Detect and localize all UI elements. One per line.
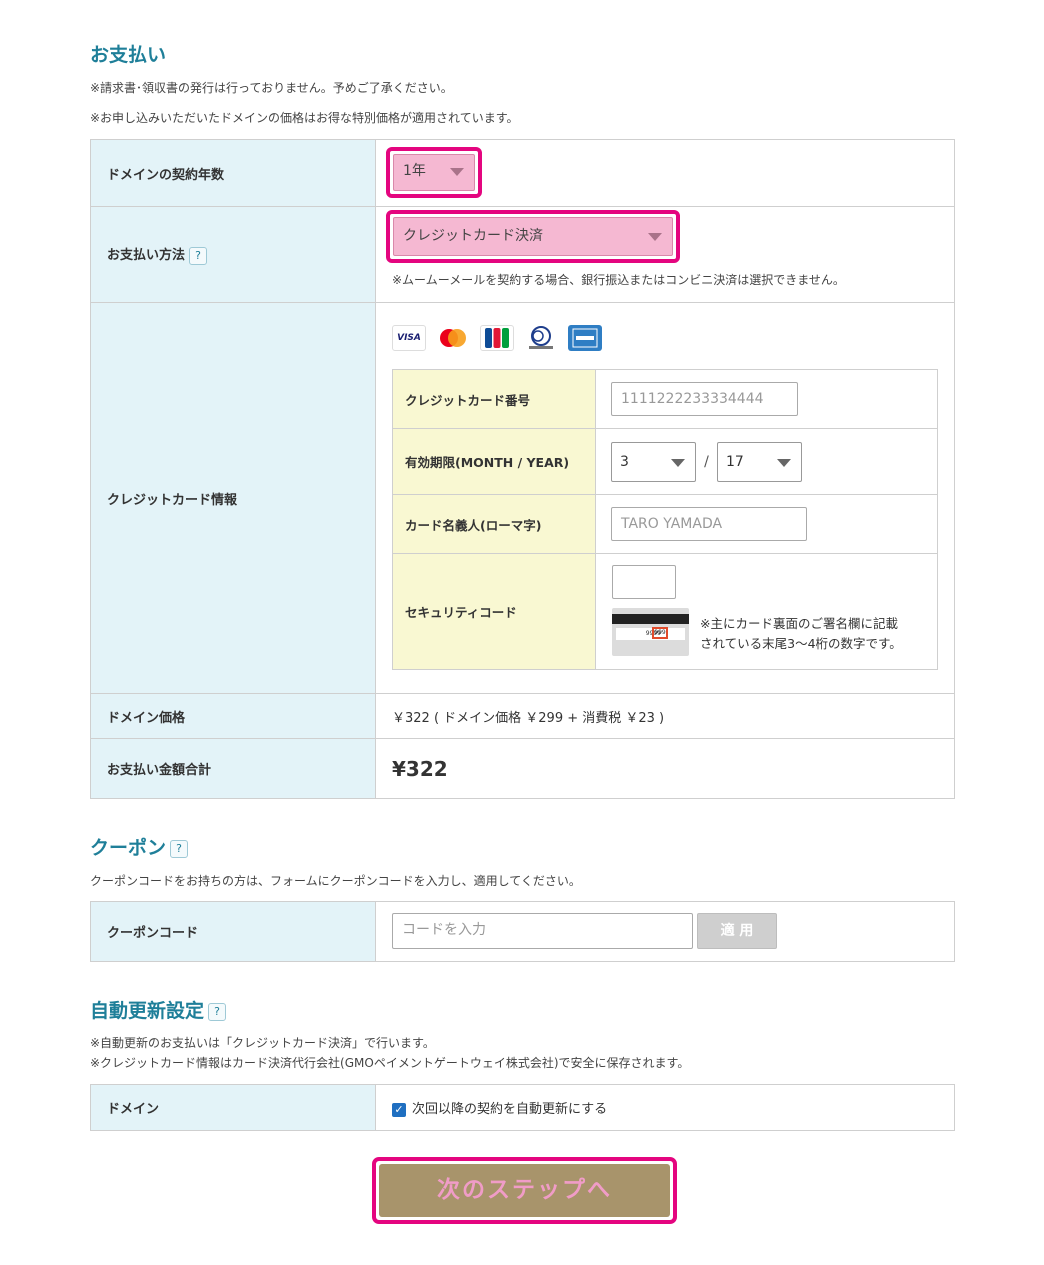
expiry-separator: /	[704, 453, 709, 470]
total-value: ¥322	[375, 738, 955, 799]
card-brand-logos: VISA	[392, 325, 602, 351]
contract-years-label: ドメインの契約年数	[90, 139, 376, 207]
holder-label: カード名義人(ローマ字)	[392, 494, 596, 554]
coupon-code-input[interactable]: コードを入力	[392, 913, 693, 949]
security-note: ※主にカード裏面のご署名欄に記載 されている末尾3～4桁の数字です。	[700, 616, 902, 651]
method-select[interactable]: クレジットカード決済	[393, 217, 673, 256]
chevron-down-icon	[648, 233, 662, 241]
coupon-code-label: クーポンコード	[90, 901, 376, 962]
help-icon[interactable]: ?	[170, 839, 189, 858]
contract-years-highlight: 1年	[386, 147, 482, 198]
expiry-month-select[interactable]: 3	[611, 441, 696, 482]
help-icon[interactable]: ?	[208, 1002, 227, 1021]
payment-note-price: ※お申し込みいただいたドメインの価格はお得な特別価格が適用されています。	[90, 111, 519, 125]
price-label: ドメイン価格	[90, 693, 376, 739]
method-label-cell: お支払い方法?	[90, 206, 376, 303]
auto-renew-title: 自動更新設定?	[90, 996, 227, 1023]
amex-icon	[568, 325, 602, 351]
auto-renew-checkbox-label[interactable]: 次回以降の契約を自動更新にする	[412, 1102, 607, 1117]
method-highlight: クレジットカード決済	[386, 210, 680, 263]
coupon-note: クーポンコードをお持ちの方は、フォームにクーポンコードを入力し、適用してください…	[90, 874, 581, 888]
method-note: ※ムームーメールを契約する場合、銀行振込またはコンビニ決済は選択できません。	[392, 273, 845, 287]
chevron-down-icon	[671, 458, 685, 467]
contract-years-select[interactable]: 1年	[393, 154, 475, 191]
price-value: ￥322 ( ドメイン価格 ￥299 + 消費税 ￥23 )	[375, 693, 955, 739]
auto-renew-note-method: ※自動更新のお支払いは「クレジットカード決済」で行います。	[90, 1036, 435, 1050]
payment-title: お支払い	[90, 44, 167, 66]
coupon-title: クーポン?	[90, 833, 189, 860]
auto-renew-checkbox[interactable]: ✓	[392, 1102, 406, 1117]
chevron-down-icon	[450, 168, 464, 176]
payment-note-invoice: ※請求書･領収書の発行は行っておりません。予めご了承ください。	[90, 81, 453, 95]
auto-renew-domain-label: ドメイン	[90, 1084, 376, 1131]
expiry-year-value: 17	[726, 453, 744, 470]
method-label: お支払い方法	[107, 248, 186, 264]
visa-icon: VISA	[392, 325, 426, 351]
card-info-label: クレジットカード情報	[90, 302, 376, 694]
holder-input[interactable]: TARO YAMADA	[611, 507, 807, 541]
apply-coupon-button[interactable]: 適 用	[697, 913, 777, 949]
mastercard-icon	[436, 325, 470, 351]
auto-renew-note-storage: ※クレジットカード情報はカード決済代行会社(GMOペイメントゲートウェイ株式会社…	[90, 1056, 690, 1070]
next-step-button[interactable]: 次のステップへ	[379, 1164, 670, 1217]
card-back-icon: 9999 999	[612, 608, 689, 656]
card-number-label: クレジットカード番号	[392, 369, 596, 429]
method-value: クレジットカード決済	[403, 228, 543, 244]
contract-years-value: 1年	[403, 163, 426, 179]
help-icon[interactable]: ?	[189, 246, 208, 265]
card-details-table: クレジットカード番号 1111222233334444 有効期限(MONTH /…	[392, 369, 938, 670]
auto-renew-table: ドメイン ✓ 次回以降の契約を自動更新にする	[90, 1084, 955, 1131]
expiry-year-select[interactable]: 17	[717, 441, 802, 482]
card-number-input[interactable]: 1111222233334444	[611, 382, 798, 416]
security-code-input[interactable]	[612, 565, 676, 599]
diners-club-icon	[524, 325, 558, 351]
expiry-label: 有効期限(MONTH / YEAR)	[392, 428, 596, 495]
expiry-month-value: 3	[620, 453, 629, 470]
next-button-highlight: 次のステップへ	[372, 1157, 677, 1224]
security-label: セキュリティコード	[392, 553, 596, 670]
total-label: お支払い金額合計	[90, 738, 376, 799]
jcb-icon	[480, 325, 514, 351]
chevron-down-icon	[777, 458, 791, 467]
